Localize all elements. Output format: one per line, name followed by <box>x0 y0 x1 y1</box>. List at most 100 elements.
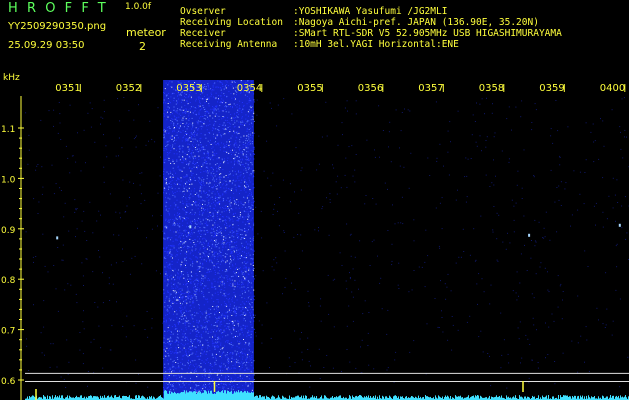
noise-burst-dot <box>217 291 219 293</box>
noise-burst-dot <box>241 237 243 239</box>
noise-burst-dot <box>251 272 253 274</box>
noise-burst-dot <box>195 384 197 386</box>
noise-burst-dot <box>195 245 197 247</box>
noise-burst-dot <box>179 94 181 96</box>
noise-burst-dot <box>219 105 221 107</box>
background-noise-dot <box>543 227 545 229</box>
noise-burst-dot <box>251 115 253 117</box>
background-noise-dot <box>90 341 92 343</box>
noise-burst-dot <box>177 374 179 376</box>
background-noise-dot <box>606 308 608 310</box>
noise-burst-dot <box>219 173 221 175</box>
noise-burst-dot <box>246 135 248 137</box>
background-noise-dot <box>126 315 128 317</box>
noise-burst-dot <box>185 280 187 282</box>
noise-burst-dot <box>198 159 200 161</box>
noise-burst-dot <box>179 183 180 185</box>
noise-burst-dot <box>185 160 187 162</box>
noise-burst-dot <box>173 136 175 138</box>
noise-burst-dot <box>230 141 232 142</box>
noise-burst-dot <box>202 212 204 214</box>
noise-burst-dot <box>201 279 203 281</box>
noise-burst-dot <box>187 363 189 365</box>
noise-burst-dot <box>241 229 243 231</box>
background-noise-dot <box>278 225 280 227</box>
noise-burst-dot <box>169 256 171 258</box>
noise-burst-dot <box>183 209 185 211</box>
noise-burst-dot <box>195 338 197 340</box>
background-noise-dot <box>577 209 579 211</box>
noise-burst-dot <box>190 171 192 173</box>
noise-burst-dot <box>163 99 165 101</box>
noise-burst-dot <box>181 106 183 108</box>
background-noise-dot <box>144 329 146 330</box>
noise-burst-dot <box>214 155 216 156</box>
noise-burst-dot <box>211 353 213 355</box>
noise-burst-dot <box>241 124 243 126</box>
noise-burst-dot <box>238 156 240 158</box>
noise-burst-dot <box>236 161 238 163</box>
noise-burst-dot <box>174 214 175 216</box>
noise-burst-dot <box>183 176 185 178</box>
noise-burst-dot <box>233 239 235 241</box>
noise-burst-dot <box>206 205 208 207</box>
noise-burst-dot <box>243 175 245 177</box>
background-noise-dot <box>33 304 34 306</box>
noise-burst-dot <box>188 351 190 353</box>
noise-burst-dot <box>251 389 253 391</box>
noise-burst-dot <box>229 103 231 105</box>
noise-burst-dot <box>224 230 226 232</box>
noise-burst-dot <box>222 239 224 241</box>
noise-burst-dot <box>217 281 219 283</box>
background-noise-dot <box>584 172 586 173</box>
noise-burst-dot <box>179 318 180 320</box>
noise-burst-dot <box>185 339 187 341</box>
noise-burst-dot <box>235 307 237 309</box>
noise-burst-dot <box>233 352 235 354</box>
noise-burst-dot <box>196 325 198 327</box>
noise-burst-dot <box>220 195 222 197</box>
noise-burst-dot <box>213 180 215 182</box>
noise-burst-dot <box>211 282 213 284</box>
background-noise-dot <box>523 215 525 217</box>
noise-burst-dot <box>163 320 165 322</box>
noise-burst-dot <box>168 221 170 223</box>
background-noise-dot <box>300 170 302 172</box>
noise-burst-dot <box>215 86 217 88</box>
background-noise-dot <box>570 225 571 227</box>
noise-burst-dot <box>180 291 182 293</box>
noise-burst-dot <box>229 203 231 205</box>
noise-burst-dot <box>214 292 216 294</box>
noise-burst-dot <box>242 358 243 360</box>
noise-burst-dot <box>212 357 214 359</box>
noise-burst-dot <box>181 329 182 331</box>
noise-burst-dot <box>253 200 255 202</box>
noise-burst-dot <box>164 354 165 356</box>
background-noise-dot <box>122 325 124 327</box>
noise-burst-dot <box>170 347 172 349</box>
background-noise-dot <box>355 100 357 102</box>
noise-burst-dot <box>172 130 174 132</box>
noise-burst-dot <box>169 229 171 231</box>
noise-burst-dot <box>221 211 223 213</box>
noise-burst-dot <box>202 291 204 293</box>
noise-burst-dot <box>173 297 174 299</box>
noise-burst-dot <box>231 232 233 234</box>
noise-burst-dot <box>182 271 184 272</box>
noise-burst-dot <box>239 355 240 357</box>
noise-burst-dot <box>192 152 194 154</box>
noise-burst-dot <box>180 169 182 171</box>
noise-burst-dot <box>190 264 192 266</box>
noise-burst-dot <box>170 351 172 353</box>
noise-burst-dot <box>252 138 253 140</box>
noise-burst-dot <box>243 186 245 188</box>
noise-burst-dot <box>246 96 248 97</box>
noise-burst-dot <box>199 366 200 368</box>
noise-burst-dot <box>223 179 225 181</box>
noise-burst-dot <box>203 254 205 256</box>
noise-burst-dot <box>165 94 167 96</box>
noise-burst-dot <box>177 212 178 214</box>
noise-burst-dot <box>198 151 200 153</box>
noise-burst-dot <box>248 167 250 169</box>
noise-burst-dot <box>165 95 167 97</box>
